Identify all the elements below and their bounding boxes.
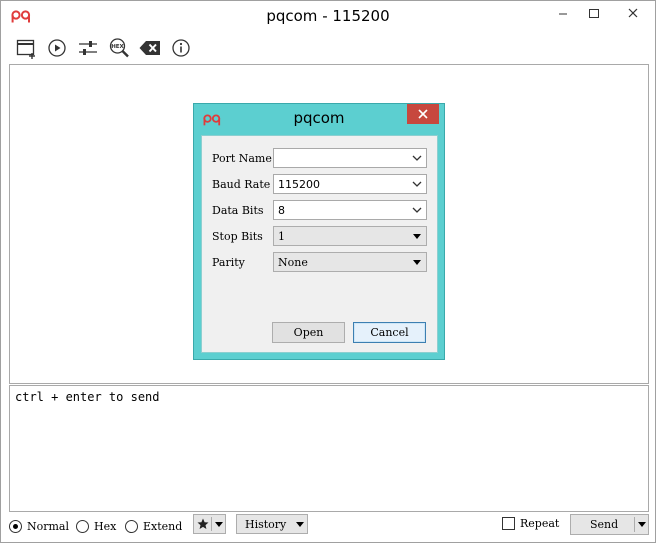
svg-text:HEX: HEX [111,44,124,50]
toolbar: HEX [1,33,655,63]
minimize-button[interactable] [547,1,579,29]
send-input[interactable]: ctrl + enter to send [9,385,649,512]
chevron-down-icon [412,181,422,187]
port-name-select[interactable] [273,148,427,168]
separator [211,517,212,531]
dropdown-caret-icon [413,260,421,265]
close-button[interactable] [611,1,655,29]
radio-label: Normal [27,519,70,533]
star-icon [197,518,209,529]
clear-button[interactable] [138,36,162,60]
settings-button[interactable] [76,36,100,60]
new-window-icon [16,39,35,59]
send-label: Send [590,518,619,531]
radio-indicator [9,519,22,533]
cancel-button[interactable]: Cancel [353,322,426,343]
close-icon [418,109,428,119]
settings-dialog: pqcom Port Name Baud Rate 115200 Data Bi… [193,103,445,360]
dialog-body: Port Name Baud Rate 115200 Data Bits 8 S… [201,135,438,353]
history-label: History [245,517,287,531]
radio-label: Extend [143,519,183,533]
dialog-close-button[interactable] [407,104,439,124]
parity-label: Parity [212,256,245,269]
send-button[interactable]: Send [570,514,649,535]
data-bits-label: Data Bits [212,204,264,217]
dropdown-caret-icon [296,522,304,527]
run-icon [48,39,66,57]
mode-hex-radio[interactable]: Hex [76,518,116,534]
new-window-button[interactable] [14,36,38,60]
separator [634,517,635,532]
send-options-caret-icon[interactable] [638,522,646,527]
repeat-checkbox[interactable] [502,517,515,530]
minimize-icon [559,13,567,15]
mode-extend-radio[interactable]: Extend [125,518,182,534]
maximize-button[interactable] [579,1,609,29]
run-button[interactable] [45,36,69,60]
parity-select[interactable]: None [273,252,427,272]
mode-normal-radio[interactable]: Normal [9,518,69,534]
chevron-down-icon [412,207,422,213]
title-bar: pqcom - 115200 [1,1,655,32]
repeat-label: Repeat [520,517,560,530]
stop-bits-select[interactable]: 1 [273,226,427,246]
favorites-button[interactable] [193,514,226,534]
dropdown-caret-icon [413,234,421,239]
data-bits-select[interactable]: 8 [273,200,427,220]
clear-icon [139,41,160,55]
hex-view-button[interactable]: HEX [107,36,131,60]
radio-indicator [125,519,138,533]
open-button[interactable]: Open [272,322,345,343]
input-hint: ctrl + enter to send [15,390,160,404]
history-button[interactable]: History [236,514,308,534]
info-button[interactable] [169,36,193,60]
stop-bits-label: Stop Bits [212,230,263,243]
close-icon [628,8,638,18]
settings-sliders-icon [79,41,97,55]
dropdown-caret-icon [215,522,223,527]
radio-label: Hex [94,519,117,533]
chevron-down-icon [412,155,422,161]
baud-rate-label: Baud Rate [212,178,271,191]
maximize-icon [589,9,599,18]
info-icon [172,39,190,57]
baud-rate-select[interactable]: 115200 [273,174,427,194]
port-name-label: Port Name [212,152,272,165]
radio-indicator [76,519,89,533]
hex-icon: HEX [109,38,129,58]
